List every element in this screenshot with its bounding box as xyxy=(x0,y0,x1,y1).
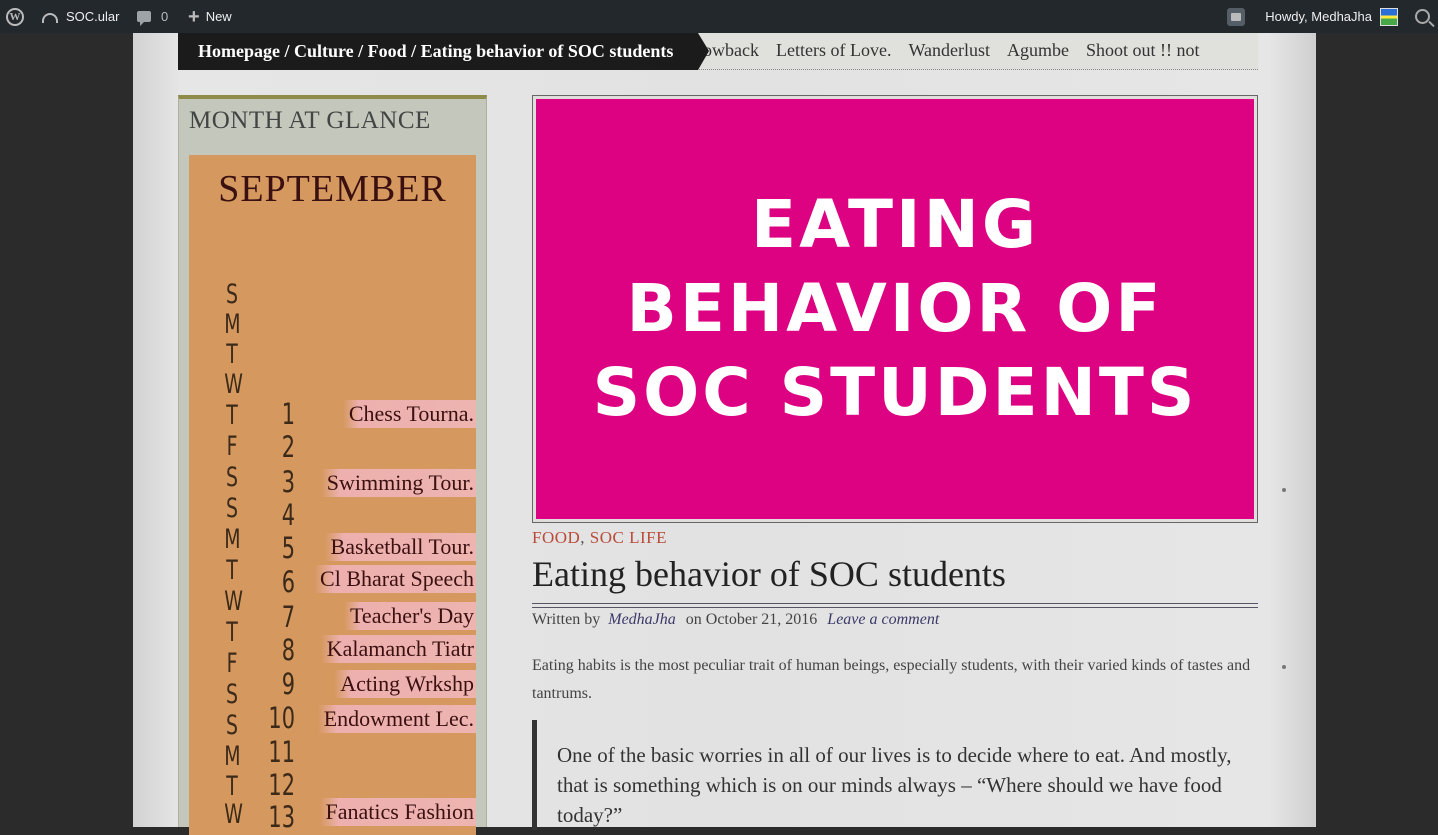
weekday-letter: M xyxy=(224,741,241,772)
sidebar-widget: MONTH AT GLANCE SEPTEMBER S M T W T F S … xyxy=(178,95,487,835)
weekday-letter: F xyxy=(226,431,238,462)
blockquote: One of the basic worries in all of our l… xyxy=(532,720,1257,830)
calendar-month: SEPTEMBER xyxy=(218,168,447,210)
post-title: Eating behavior of SOC students xyxy=(532,554,1006,594)
post-date: on October 21, 2016 xyxy=(685,611,818,628)
weekday-letter: S xyxy=(225,279,238,310)
post-categories: FOOD, SOC LIFE xyxy=(532,528,667,548)
category-link-soc-life[interactable]: SOC LIFE xyxy=(590,528,667,547)
avatar xyxy=(1380,7,1398,26)
featured-image-graphic: EATING BEHAVIOR OF SOC STUDENTS xyxy=(536,99,1254,519)
calendar-event[interactable]: Swimming Tour. xyxy=(320,469,476,497)
comments-link[interactable]: 0 xyxy=(137,0,168,33)
top-navigation: owback Letters of Love. Wanderlust Agumbe Sh… xyxy=(685,33,1258,70)
weekday-letter: T xyxy=(226,555,238,586)
calendar-event[interactable]: Cl Bharat Speech xyxy=(314,565,476,593)
weekday-letter: M xyxy=(224,309,241,340)
author-link[interactable]: MedhaJha xyxy=(608,611,676,628)
weekday-letter: S xyxy=(225,462,238,493)
weekday-letter: S xyxy=(225,679,238,710)
post-meta: Written by MedhaJha on October 21, 2016 … xyxy=(532,611,939,629)
calendar-event[interactable]: Fanatics Fashion xyxy=(319,798,476,826)
new-label: New xyxy=(205,9,232,24)
calendar-day-number: 13 xyxy=(268,800,295,834)
search-button[interactable] xyxy=(1415,0,1430,33)
title-divider xyxy=(532,603,1258,608)
weekday-letter: S xyxy=(225,493,238,524)
calendar-event[interactable]: Endowment Lec. xyxy=(317,705,476,733)
search-icon xyxy=(1415,9,1430,24)
notification-icon xyxy=(1227,7,1245,26)
site-name-link[interactable]: SOC.ular xyxy=(42,0,119,33)
written-by-label: Written by xyxy=(532,611,601,628)
calendar-day-number: 8 xyxy=(281,633,295,667)
calendar-day-number: 3 xyxy=(281,465,295,499)
nav-item-throwback[interactable]: owback xyxy=(703,33,759,68)
nav-item-shoot-out[interactable]: Shoot out !! not xyxy=(1086,33,1200,68)
calendar-day-number: 11 xyxy=(268,735,295,769)
nav-item-letters-of-love[interactable]: Letters of Love. xyxy=(776,33,891,68)
widget-title: MONTH AT GLANCE xyxy=(189,107,431,134)
weekday-letter: T xyxy=(226,400,238,431)
calendar-day-number: 2 xyxy=(281,430,295,464)
decorative-rivet xyxy=(1282,665,1286,669)
calendar-event[interactable]: Chess Tourna. xyxy=(342,400,476,428)
calendar: SEPTEMBER S M T W T F S S M T W T F S S … xyxy=(189,155,476,835)
weekday-letter: S xyxy=(225,710,238,741)
category-separator: , xyxy=(580,528,586,547)
calendar-day-number: 5 xyxy=(281,531,295,565)
calendar-event[interactable]: Basketball Tour. xyxy=(324,533,476,561)
notifications-button[interactable] xyxy=(1227,0,1245,33)
calendar-event[interactable]: Acting Wrkshp xyxy=(334,670,476,698)
weekday-letter: T xyxy=(226,339,238,370)
post-excerpt: Eating habits is the most peculiar trait… xyxy=(532,657,1251,702)
account-menu[interactable]: Howdy, MedhaJha xyxy=(1265,0,1398,33)
admin-bar: W SOC.ular 0 + New Howdy, MedhaJha xyxy=(0,0,1438,33)
comment-bubble-icon xyxy=(137,11,151,26)
weekday-letter: F xyxy=(226,648,238,679)
calendar-day-number: 1 xyxy=(281,397,295,431)
calendar-day-number: 4 xyxy=(281,498,295,532)
comments-count: 0 xyxy=(161,9,169,24)
calendar-day-number: 9 xyxy=(281,667,295,701)
weekday-letter: T xyxy=(226,617,238,648)
featured-image[interactable]: EATING BEHAVIOR OF SOC STUDENTS xyxy=(532,95,1258,523)
featured-image-text: EATING xyxy=(750,186,1040,263)
weekday-letter: W xyxy=(224,586,243,617)
calendar-event[interactable]: Teacher's Day xyxy=(344,602,476,630)
category-link-food[interactable]: FOOD xyxy=(532,528,580,547)
plus-icon: + xyxy=(188,5,200,28)
weekday-letter: M xyxy=(224,524,241,555)
weekday-letter: W xyxy=(224,369,243,400)
dashboard-icon xyxy=(42,12,58,23)
calendar-day-number: 7 xyxy=(281,600,295,634)
weekday-letter: T xyxy=(226,771,238,802)
nav-item-wanderlust[interactable]: Wanderlust xyxy=(908,33,990,68)
site-name-label: SOC.ular xyxy=(66,9,120,24)
calendar-day-number: 12 xyxy=(268,768,295,802)
wordpress-logo-icon[interactable]: W xyxy=(6,0,26,33)
nav-item-agumbe[interactable]: Agumbe xyxy=(1007,33,1069,68)
featured-image-text: BEHAVIOR OF xyxy=(626,270,1164,347)
weekday-letter: W xyxy=(224,799,243,830)
featured-image-text: SOC STUDENTS xyxy=(592,354,1198,431)
leave-comment-link[interactable]: Leave a comment xyxy=(827,611,939,628)
calendar-event[interactable]: Kalamanch Tiatr xyxy=(320,635,476,663)
breadcrumb[interactable]: Homepage / Culture / Food / Eating behav… xyxy=(178,33,709,70)
calendar-day-number: 10 xyxy=(268,701,295,735)
howdy-label: Howdy, MedhaJha xyxy=(1265,9,1372,24)
calendar-day-number: 6 xyxy=(281,565,295,599)
decorative-rivet xyxy=(1282,488,1286,492)
new-content-button[interactable]: + New xyxy=(188,0,232,33)
